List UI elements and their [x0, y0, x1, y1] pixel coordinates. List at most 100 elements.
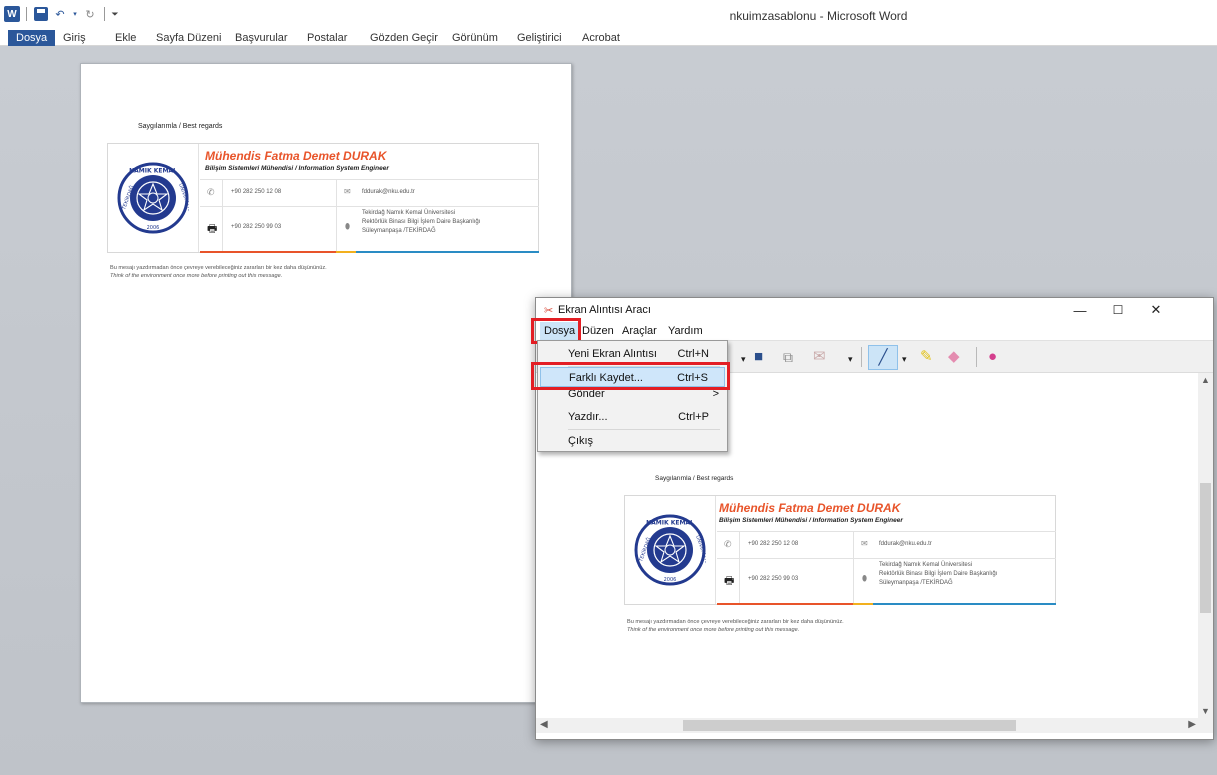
tab-gorunum[interactable]: Görünüm [452, 30, 498, 46]
accent-bar-yellow [336, 251, 356, 253]
environment-note: Bu mesajı yazdırmadan önce çevreye vereb… [627, 618, 844, 634]
svg-text:NAMIK KEMAL: NAMIK KEMAL [129, 168, 177, 175]
save-icon[interactable]: ■ [754, 349, 763, 365]
divider [336, 180, 337, 253]
signature-fax: +90 282 250 99 03 [231, 224, 282, 230]
paint-3d-icon[interactable]: ● [988, 349, 997, 365]
signature-card: NAMIK KEMAL TEKİRDAĞ ÜNİVERSİTESİ 2006 M… [624, 495, 1056, 605]
window-title: nkuimzasablonu - Microsoft Word [729, 9, 908, 23]
divider [200, 206, 539, 207]
address-line: Süleymanpaşa /TEKİRDAĞ [362, 228, 436, 234]
tab-giris[interactable]: Giriş [63, 30, 86, 46]
copy-icon[interactable]: ⧉ [783, 349, 793, 365]
environment-note: Bu mesajı yazdırmadan önce çevreye vereb… [110, 264, 327, 280]
location-pin-icon: ⬮ [345, 222, 351, 231]
snip-menu-bar: Dosya Düzen Araçlar Yardım [536, 322, 1213, 340]
tab-gelistirici[interactable]: Geliştirici [517, 30, 562, 46]
signature-address: Tekirdağ Namık Kemal Üniversitesi Rektör… [362, 209, 480, 236]
horizontal-scrollbar[interactable]: ◀ ▶ [536, 718, 1200, 733]
tab-gozden-gecir[interactable]: Gözden Geçir [370, 30, 438, 46]
scroll-left-icon[interactable]: ◀ [540, 719, 548, 730]
menu-item-print[interactable]: Yazdır... Ctrl+P [540, 407, 725, 427]
address-line: Süleymanpaşa /TEKİRDAĞ [879, 580, 953, 586]
note-english: Think of the environment once more befor… [627, 627, 800, 634]
tab-postalar[interactable]: Postalar [307, 30, 347, 46]
divider [853, 532, 854, 605]
svg-text:NAMIK KEMAL: NAMIK KEMAL [646, 520, 694, 527]
address-line: Rektörlük Binası Bilgi İşlem Daire Başka… [879, 571, 998, 577]
new-snip-dropdown-icon[interactable]: ▾ [741, 351, 746, 367]
signature-fax: +90 282 250 99 03 [748, 576, 799, 582]
university-seal-icon: NAMIK KEMAL TEKİRDAĞ ÜNİVERSİTESİ 2006 [634, 514, 706, 586]
vertical-scrollbar[interactable]: ▲ ▼ [1198, 373, 1213, 718]
divider [200, 179, 539, 180]
accent-bar-blue [356, 251, 539, 253]
pen-icon[interactable]: ╱ [868, 345, 898, 370]
signature-address: Tekirdağ Namık Kemal Üniversitesi Rektör… [879, 561, 997, 588]
snip-title-bar: ✂ Ekran Alıntısı Aracı — ☐ ✕ [536, 298, 1213, 322]
menu-item-label: Çıkış [568, 435, 594, 447]
note-turkish: Bu mesajı yazdırmadan önce çevreye vereb… [110, 265, 327, 271]
word-title-bar: W ↶ ▾ ↻ ⏷ nkuimzasablonu - Microsoft Wor… [0, 0, 1217, 30]
menu-yardim[interactable]: Yardım [668, 325, 703, 337]
scroll-up-icon[interactable]: ▲ [1198, 375, 1213, 385]
signature-email: fddurak@nku.edu.tr [362, 189, 415, 195]
signature-role: Bilişim Sistemleri Mühendisi / Informati… [719, 517, 903, 524]
menu-item-shortcut: Ctrl+N [677, 348, 709, 360]
signature-phone: +90 282 250 12 08 [231, 189, 282, 195]
accent-bar-yellow [853, 603, 873, 605]
dosya-dropdown-menu: Yeni Ekran Alıntısı Ctrl+N Farklı Kaydet… [537, 340, 728, 452]
document-page[interactable]: Saygılarımla / Best regards NAMIK KEMAL … [80, 63, 572, 703]
printer-icon: 🖶 [724, 575, 735, 587]
pen-dropdown-icon[interactable]: ▾ [902, 351, 907, 367]
note-turkish: Bu mesajı yazdırmadan önce çevreye vereb… [627, 619, 844, 625]
signature-regards: Saygılarımla / Best regards [138, 123, 223, 130]
university-seal: NAMIK KEMAL TEKİRDAĞ ÜNİVERSİTESİ 2006 [108, 144, 199, 252]
address-line: Rektörlük Binası Bilgi İşlem Daire Başka… [362, 219, 481, 225]
scroll-down-icon[interactable]: ▼ [1198, 706, 1213, 716]
tab-ekle[interactable]: Ekle [115, 30, 136, 46]
menu-item-exit[interactable]: Çıkış [540, 431, 725, 451]
highlighter-icon[interactable]: ✎ [920, 349, 933, 365]
printer-icon: 🖶 [207, 223, 218, 235]
menu-duzen[interactable]: Düzen [582, 325, 614, 337]
signature-email: fddurak@nku.edu.tr [879, 541, 932, 547]
send-dropdown-icon[interactable]: ▾ [848, 351, 853, 367]
mail-icon: ✉ [344, 187, 351, 196]
resize-grip[interactable] [1198, 718, 1213, 733]
university-seal-icon: NAMIK KEMAL TEKİRDAĞ ÜNİVERSİTESİ 2006 [117, 162, 189, 234]
signature-card: NAMIK KEMAL TEKİRDAĞ ÜNİVERSİTESİ 2006 M… [107, 143, 539, 253]
tab-sayfa-duzeni[interactable]: Sayfa Düzeni [156, 30, 221, 46]
menu-araclar[interactable]: Araçlar [622, 325, 657, 337]
divider [717, 531, 1056, 532]
divider [717, 558, 1056, 559]
scroll-right-icon[interactable]: ▶ [1188, 719, 1196, 730]
scissors-icon: ✂ [544, 305, 554, 317]
accent-bar-orange [717, 603, 853, 605]
svg-text:2006: 2006 [664, 577, 677, 583]
menu-separator [568, 429, 720, 430]
snip-window-title: Ekran Alıntısı Aracı [558, 304, 651, 316]
eraser-icon[interactable]: ◆ [948, 349, 960, 365]
send-icon[interactable]: ✉ [813, 349, 826, 365]
mail-icon: ✉ [861, 539, 868, 548]
tab-acrobat[interactable]: Acrobat [582, 30, 620, 46]
signature-role: Bilişim Sistemleri Mühendisi / Informati… [205, 165, 389, 172]
maximize-button[interactable]: ☐ [1099, 298, 1137, 322]
tab-basvurular[interactable]: Başvurular [235, 30, 288, 46]
location-pin-icon: ⬮ [862, 574, 868, 583]
menu-item-new-snip[interactable]: Yeni Ekran Alıntısı Ctrl+N [540, 344, 725, 364]
menu-item-shortcut: Ctrl+P [678, 411, 709, 423]
tab-dosya[interactable]: Dosya [8, 30, 56, 46]
divider [222, 180, 223, 253]
ribbon-tabs: Dosya Giriş Ekle Sayfa Düzeni Başvurular… [0, 30, 1217, 46]
vertical-scroll-thumb[interactable] [1200, 483, 1211, 613]
note-english: Think of the environment once more befor… [110, 273, 283, 280]
phone-icon: ✆ [207, 187, 215, 197]
minimize-button[interactable]: — [1061, 298, 1099, 322]
close-button[interactable]: ✕ [1137, 298, 1175, 322]
signature-name: Mühendis Fatma Demet DURAK [205, 149, 387, 163]
signature-phone: +90 282 250 12 08 [748, 541, 799, 547]
menu-item-label: Yazdır... [568, 411, 608, 423]
horizontal-scroll-thumb[interactable] [683, 720, 1016, 731]
